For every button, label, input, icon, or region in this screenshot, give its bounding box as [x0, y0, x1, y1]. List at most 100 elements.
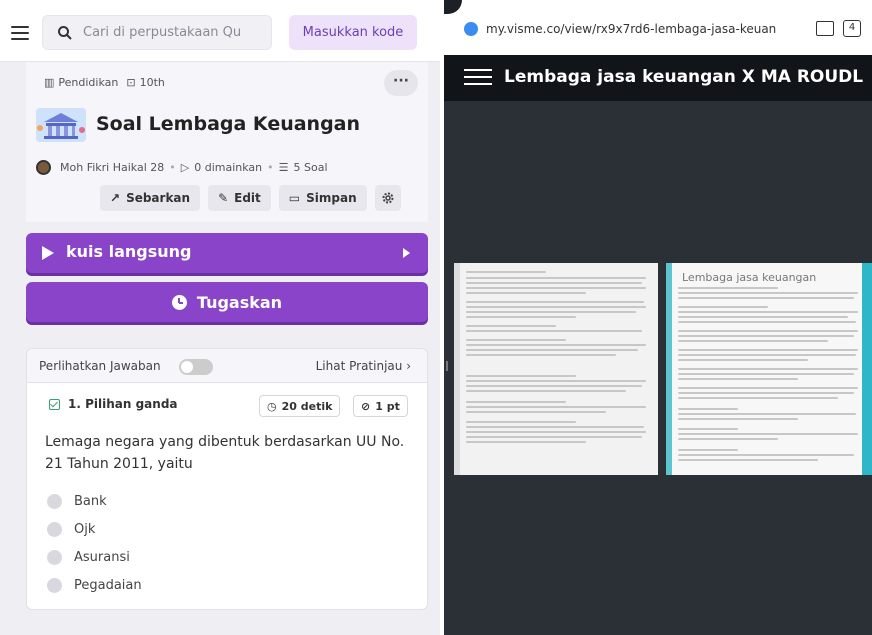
show-answers-toggle[interactable] [179, 359, 213, 375]
text-line [678, 321, 856, 323]
menu-icon[interactable] [464, 69, 492, 87]
radio-icon [47, 493, 62, 509]
text-line [466, 385, 642, 387]
search-icon [58, 26, 72, 40]
text-line [466, 436, 642, 438]
text-line [678, 306, 768, 308]
answer-option[interactable]: Bank [47, 487, 142, 515]
folder-icon: ▭ [288, 191, 301, 205]
grade-label: 10th [139, 76, 165, 89]
text-line [466, 411, 606, 413]
separator-dot: • [169, 161, 176, 174]
text-line [466, 311, 636, 313]
text-line [678, 316, 848, 318]
document-page-right: Lembaga jasa keuangan [666, 263, 872, 475]
text-line [466, 390, 626, 392]
page-gutter [454, 263, 460, 475]
clock-icon: ◷ [267, 399, 277, 413]
share-button[interactable]: ↗ Sebarkan [100, 185, 201, 211]
text-line [466, 406, 646, 408]
text-line [466, 401, 566, 403]
assign-button[interactable]: Tugaskan [26, 282, 428, 322]
text-line [466, 344, 646, 346]
more-options-button[interactable]: ··· [384, 70, 418, 96]
save-label: Simpan [306, 191, 357, 205]
text-line [678, 311, 858, 313]
text-line [678, 359, 808, 361]
option-label: Pegadaian [74, 577, 142, 593]
previous-page-arrow[interactable] [446, 361, 452, 371]
question-card: 1. Pilihan ganda ◷ 20 detik ⊘ 1 pt Lemag… [27, 383, 427, 609]
share-label: Sebarkan [126, 191, 191, 205]
share-icon: ↗ [110, 191, 121, 205]
save-button[interactable]: ▭ Simpan [278, 185, 367, 211]
text-line [678, 340, 828, 342]
menu-icon[interactable] [11, 26, 29, 40]
text-line [678, 354, 856, 356]
text-line [466, 282, 642, 284]
author-name[interactable]: Moh Fikri Haikal 28 [60, 161, 164, 174]
time-label: 20 detik [281, 399, 333, 413]
edit-button[interactable]: ✎ Edit [208, 185, 271, 211]
page-side-band [862, 263, 872, 475]
search-placeholder: Cari di perpustakaan Qu [83, 25, 242, 40]
text-line [678, 433, 858, 435]
page-heading: Lembaga jasa keuangan [682, 271, 817, 284]
text-line [678, 428, 738, 430]
address-bar[interactable]: my.visme.co/view/rx9x7rd6-lembaga-jasa-k… [444, 0, 872, 55]
text-line [466, 316, 576, 318]
preview-link[interactable]: Lihat Pratinjau › [316, 359, 411, 373]
list-icon: ☰ [278, 161, 289, 174]
text-line [466, 287, 646, 289]
books-icon: ▥ [44, 76, 55, 89]
edit-label: Edit [234, 191, 261, 205]
live-quiz-button[interactable]: kuis langsung [26, 233, 428, 273]
text-line [466, 431, 646, 433]
presentation-header: Lembaga jasa keuangan X MA ROUDL... [444, 55, 872, 101]
assign-label: Tugaskan [196, 292, 283, 312]
text-line [466, 301, 644, 303]
text-line [678, 373, 854, 375]
answer-option[interactable]: Ojk [47, 515, 142, 543]
text-line [466, 426, 644, 428]
text-line [466, 306, 646, 308]
enter-code-button[interactable]: Masukkan kode [289, 15, 417, 50]
clock-icon [171, 294, 187, 310]
top-bar: Cari di perpustakaan Qu Masukkan kode [0, 0, 440, 62]
site-security-icon[interactable] [464, 22, 478, 36]
answer-options: Bank Ojk Asuransi Pegadaian [47, 487, 142, 599]
text-line [678, 449, 738, 451]
text-line [678, 392, 854, 394]
text-line [466, 325, 556, 327]
radio-icon [47, 549, 62, 565]
briefcase-icon[interactable] [816, 21, 834, 36]
text-line [678, 378, 798, 380]
url-text[interactable]: my.visme.co/view/rx9x7rd6-lembaga-jasa-k… [486, 22, 776, 36]
questions-section: Perlihatkan Jawaban Lihat Pratinjau › 1.… [26, 348, 428, 610]
quiz-info-card: ▥ Pendidikan ⊡ 10th ··· Soal Lembaga Keu… [26, 62, 428, 222]
play-icon: ▷ [180, 161, 190, 174]
text-line [678, 418, 798, 420]
settings-button[interactable] [374, 185, 401, 211]
tabs-count-button[interactable]: 4 [843, 20, 861, 37]
answer-option[interactable]: Pegadaian [47, 571, 142, 599]
corner-shape [444, 0, 462, 14]
text-line [678, 387, 858, 389]
radio-icon [47, 577, 62, 593]
text-line [466, 277, 646, 279]
question-type-label: 1. Pilihan ganda [68, 397, 178, 411]
answers-header: Perlihatkan Jawaban Lihat Pratinjau › [27, 349, 427, 383]
text-line [466, 380, 646, 382]
text-line [466, 375, 576, 377]
text-line [466, 354, 616, 356]
text-line [678, 459, 818, 461]
show-answers-label: Perlihatkan Jawaban [39, 359, 161, 373]
answer-option[interactable]: Asuransi [47, 543, 142, 571]
text-line [466, 421, 576, 423]
text-line [678, 330, 858, 332]
screenshot: Cari di perpustakaan Qu Masukkan kode ▥ … [0, 0, 872, 635]
option-label: Asuransi [74, 549, 130, 565]
time-badge: ◷ 20 detik [259, 395, 341, 417]
text-line [678, 287, 778, 289]
search-input[interactable]: Cari di perpustakaan Qu [42, 15, 272, 50]
